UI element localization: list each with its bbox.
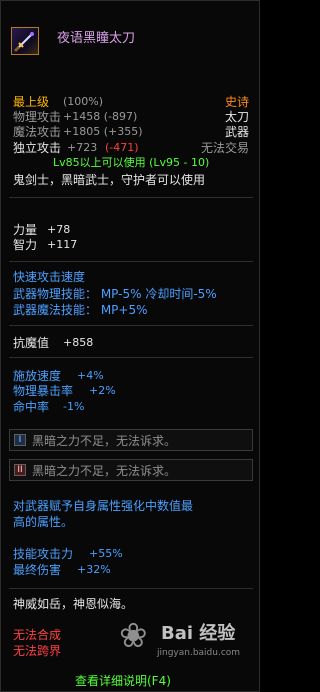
trade-status: 无法交易 xyxy=(200,141,249,155)
katana-icon xyxy=(13,32,34,53)
watermark-text: Bai 经验 xyxy=(161,623,236,644)
item-icon xyxy=(11,27,39,55)
enchant-line-1: 对武器赋予自身属性强化中数值最 xyxy=(13,499,194,513)
attribute-intelligence-value: +117 xyxy=(47,238,78,251)
attribute-strength-label: 力量 xyxy=(13,223,38,237)
class-requirement: 鬼剑士，黑暗武士，守护者可以使用 xyxy=(13,173,206,187)
watermark: ❀ Bai 经验 jingyan.baidu.com xyxy=(119,613,249,667)
rarity-label: 最上级 xyxy=(13,95,50,109)
restriction-no-synthesis: 无法合成 xyxy=(13,628,62,642)
divider xyxy=(9,588,253,589)
independent-attack-diff: (-471) xyxy=(105,141,139,154)
slot-1-badge-icon: I xyxy=(14,434,26,446)
physical-attack-value: +1458 (-897) xyxy=(63,110,138,123)
divider xyxy=(9,197,253,198)
weapon-type: 太刀 xyxy=(224,110,249,124)
buff-crit-label: 物理暴击率 xyxy=(13,384,74,398)
attribute-intelligence-label: 智力 xyxy=(13,238,38,252)
divider xyxy=(9,357,253,358)
slot-1-text: 黑暗之力不足，无法诉求。 xyxy=(32,434,177,448)
slot-2-text: 黑暗之力不足，无法诉求。 xyxy=(32,464,177,478)
buff-crit-value: +2% xyxy=(89,384,116,397)
socket-slot-2: II 黑暗之力不足，无法诉求。 xyxy=(9,459,253,481)
buff-hit-label: 命中率 xyxy=(13,400,50,414)
rarity-grade: 史诗 xyxy=(224,95,249,109)
item-name: 夜语黑瞳太刀 xyxy=(57,31,136,46)
watermark-sub: jingyan.baidu.com xyxy=(157,648,241,658)
skill-attack-value: +55% xyxy=(89,547,123,560)
buff-cast-speed-value: +4% xyxy=(77,369,104,382)
slot-2-badge-icon: II xyxy=(14,464,26,476)
socket-slot-1: I 黑暗之力不足，无法诉求。 xyxy=(9,429,253,451)
paw-icon: ❀ xyxy=(119,616,148,656)
attribute-strength-value: +78 xyxy=(47,223,71,236)
item-tooltip: 夜语黑瞳太刀 最上级 (100%) 史诗 物理攻击 +1458 (-897) 太… xyxy=(0,0,260,692)
weapon-magic-skill: 武器魔法技能： MP+5% xyxy=(13,303,148,317)
flavor-text: 神威如岳，神恩似海。 xyxy=(13,597,134,611)
buff-hit-value: -1% xyxy=(63,400,85,413)
independent-attack-label: 独立攻击 xyxy=(13,141,62,155)
divider xyxy=(9,261,253,262)
weapon-physical-skill: 武器物理技能： MP-5% 冷却时间-5% xyxy=(13,287,217,301)
level-requirement: Lv85以上可以使用 (Lv95 - 10) xyxy=(53,156,210,169)
final-damage-value: +32% xyxy=(77,563,111,576)
magic-resist-label: 抗魔值 xyxy=(13,336,50,350)
divider xyxy=(9,325,253,326)
magic-attack-label: 魔法攻击 xyxy=(13,125,62,139)
rarity-percent: (100%) xyxy=(63,95,104,108)
skill-attack-label: 技能攻击力 xyxy=(13,547,74,561)
magic-attack-value: +1805 (+355) xyxy=(63,125,143,138)
magic-resist-value: +858 xyxy=(63,336,94,349)
speed-title: 快速攻击速度 xyxy=(13,270,86,284)
final-damage-label: 最终伤害 xyxy=(13,563,62,577)
independent-attack-value: +723 xyxy=(67,141,98,154)
item-category: 武器 xyxy=(224,125,249,139)
physical-attack-label: 物理攻击 xyxy=(13,110,62,124)
view-details-link[interactable]: 查看详细说明(F4) xyxy=(75,675,171,687)
buff-cast-speed-label: 施放速度 xyxy=(13,369,62,383)
restriction-no-cross-server: 无法跨界 xyxy=(13,644,62,658)
enchant-line-2: 高的属性。 xyxy=(13,515,74,529)
